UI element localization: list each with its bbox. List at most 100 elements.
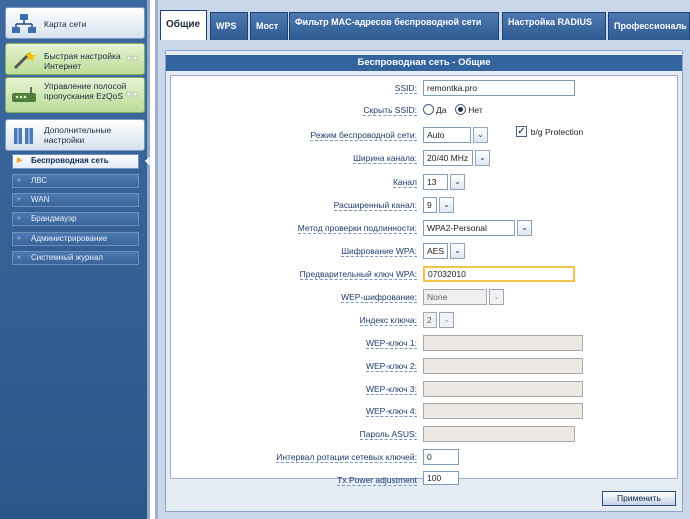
chevron-right-icon: »: [17, 196, 21, 203]
chevron-down-icon[interactable]: ⌄: [439, 197, 454, 213]
asus-password-label: Пароль ASUS:: [359, 429, 417, 440]
channel-width-select[interactable]: 20/40 MHz ⌄: [423, 150, 490, 166]
sidebar-item-advanced[interactable]: Дополнительные настройки: [5, 119, 145, 151]
wep-key2-label: WEP-ключ 2:: [365, 361, 417, 372]
select-value: WPA2-Personal: [427, 223, 487, 233]
sparkle-icon: ✶✶: [125, 54, 139, 63]
wep-encryption-label: WEP-шифрование:: [341, 292, 417, 303]
select-value: 9: [427, 200, 432, 210]
row-wep-key1: WEP-ключ 1:: [171, 333, 677, 355]
key-index-select[interactable]: 2 ⌄: [423, 312, 454, 328]
ssid-input[interactable]: remontka.pro: [423, 80, 575, 96]
network-map-icon: [11, 13, 37, 35]
chevron-down-icon[interactable]: ⌄: [439, 312, 454, 328]
sidebar-item-label: Карта сети: [44, 19, 87, 29]
tx-power-input[interactable]: 100: [423, 471, 459, 485]
wep-key2-input[interactable]: [423, 358, 583, 374]
tab-professional[interactable]: Профессиональ: [608, 12, 690, 40]
row-asus-password: Пароль ASUS:: [171, 424, 677, 446]
row-wireless-mode: Режим беспроводной сети: Auto ⌄ ✓ b/g Pro…: [171, 125, 677, 147]
chevron-down-icon[interactable]: ⌄: [517, 220, 532, 236]
hide-ssid-yes-radio[interactable]: [423, 104, 434, 115]
main-content: Общие WPS Мост Фильтр MAC-адресов беспро…: [158, 0, 690, 519]
tab-wps[interactable]: WPS: [210, 12, 248, 40]
panel-title: Беспроводная сеть - Общие: [166, 55, 682, 71]
apply-button[interactable]: Применить: [602, 491, 676, 506]
hide-ssid-no-label: Нет: [468, 104, 483, 115]
sidebar-item-lan[interactable]: » ЛВС: [12, 174, 139, 188]
tab-label: WPS: [216, 21, 237, 31]
wireless-mode-select[interactable]: Auto ⌄: [423, 127, 488, 143]
ssid-label: SSID:: [394, 83, 417, 94]
sidebar-item-firewall[interactable]: » Брандмауэр: [12, 212, 139, 226]
sidebar-item-label: WAN: [31, 195, 50, 204]
wpa-encryption-label: Шифрование WPA:: [341, 246, 417, 257]
wireless-mode-label: Режим беспроводной сети:: [310, 130, 417, 141]
settings-form: SSID: remontka.pro Скрыть SSID: Да Нет Р…: [170, 75, 678, 486]
tab-radius[interactable]: Настройка RADIUS: [502, 12, 606, 40]
auth-method-select[interactable]: WPA2-Personal ⌄: [423, 220, 532, 236]
select-value: None: [427, 292, 448, 302]
wep-key1-input[interactable]: [423, 335, 583, 351]
row-wpa-key: Предварительный ключ WPA: 07032010: [171, 264, 677, 286]
row-key-rotation: Интервал ротации сетевых ключей: 0: [171, 447, 677, 469]
ext-channel-label: Расширенный канал:: [333, 200, 417, 211]
row-wep-key3: WEP-ключ 3:: [171, 379, 677, 401]
wpa-encryption-select[interactable]: AES ⌄: [423, 243, 465, 259]
row-tx-power: Tx Power adjustment 100: [171, 470, 677, 486]
bg-protection-checkbox[interactable]: ✓: [516, 126, 527, 137]
tab-bar: Общие WPS Мост Фильтр MAC-адресов беспро…: [158, 8, 690, 40]
ext-channel-select[interactable]: 9 ⌄: [423, 197, 454, 213]
row-key-index: Индекс ключа: 2 ⌄: [171, 310, 677, 332]
chevron-down-icon[interactable]: ⌄: [450, 174, 465, 190]
wep-key4-input[interactable]: [423, 403, 583, 419]
sidebar-item-label: Беспроводная сеть: [31, 156, 109, 165]
tab-label: Фильтр MAC-адресов беспроводной сети: [295, 17, 482, 27]
tab-label: Профессиональ: [614, 21, 687, 31]
sidebar-item-quick-setup[interactable]: Быстрая настройка Интернет ✶✶: [5, 43, 145, 75]
sidebar-item-label: Системный журнал: [31, 253, 103, 262]
select-value: 13: [427, 177, 437, 187]
hide-ssid-label: Скрыть SSID:: [363, 105, 417, 116]
hide-ssid-no-radio[interactable]: [455, 104, 467, 115]
row-channel-width: Ширина канала: 20/40 MHz ⌄: [171, 148, 677, 170]
chevron-right-icon: »: [17, 177, 21, 184]
channel-select[interactable]: 13 ⌄: [423, 174, 465, 190]
bg-protection-label: b/g Protection: [530, 126, 584, 137]
sidebar-item-wan[interactable]: » WAN: [12, 193, 139, 207]
sparkle-icon: ✶✶: [125, 90, 139, 99]
wep-key4-label: WEP-ключ 4:: [365, 406, 417, 417]
bandwidth-router-icon: [11, 85, 37, 107]
tab-mac-filter[interactable]: Фильтр MAC-адресов беспроводной сети: [289, 12, 499, 40]
wpa-key-label: Предварительный ключ WPA:: [299, 269, 417, 280]
sidebar-item-syslog[interactable]: » Системный журнал: [12, 251, 139, 265]
select-value: 20/40 MHz: [427, 153, 469, 163]
chevron-down-icon[interactable]: ⌄: [473, 127, 488, 143]
chevron-right-icon: »: [17, 235, 21, 242]
row-wep-encryption: WEP-шифрование: None ⌄: [171, 287, 677, 309]
wpa-key-input[interactable]: 07032010: [423, 266, 575, 282]
channel-width-label: Ширина канала:: [353, 153, 417, 164]
select-value: AES: [427, 246, 445, 256]
sidebar-item-administration[interactable]: » Администрирование: [12, 232, 139, 246]
key-rotation-input[interactable]: 0: [423, 449, 459, 465]
sidebar-item-network-map[interactable]: Карта сети: [5, 7, 145, 39]
tab-label: Мост: [256, 21, 279, 31]
sidebar-item-ezqos[interactable]: Управление полосой пропускания EzQoS ✶✶: [5, 77, 145, 113]
chevron-right-icon: »: [17, 215, 21, 222]
auth-method-label: Метод проверки подлинности:: [297, 223, 417, 234]
chevron-down-icon[interactable]: ⌄: [489, 289, 504, 305]
wep-encryption-select[interactable]: None ⌄: [423, 289, 504, 305]
tab-general[interactable]: Общие: [160, 10, 207, 40]
chevron-down-icon[interactable]: ⌄: [475, 150, 490, 166]
row-auth-method: Метод проверки подлинности: WPA2-Persona…: [171, 218, 677, 240]
row-hide-ssid: Скрыть SSID: Да Нет: [171, 100, 677, 122]
chevron-down-icon[interactable]: ⌄: [450, 243, 465, 259]
sidebar-item-label: Брандмауэр: [31, 214, 77, 223]
advanced-settings-icon: [11, 125, 37, 147]
tab-label: Настройка RADIUS: [508, 17, 592, 27]
tab-bridge[interactable]: Мост: [250, 12, 288, 40]
sidebar-item-wireless[interactable]: ▶ Беспроводная сеть: [12, 154, 139, 169]
wep-key3-input[interactable]: [423, 381, 583, 397]
asus-password-input[interactable]: [423, 426, 575, 442]
